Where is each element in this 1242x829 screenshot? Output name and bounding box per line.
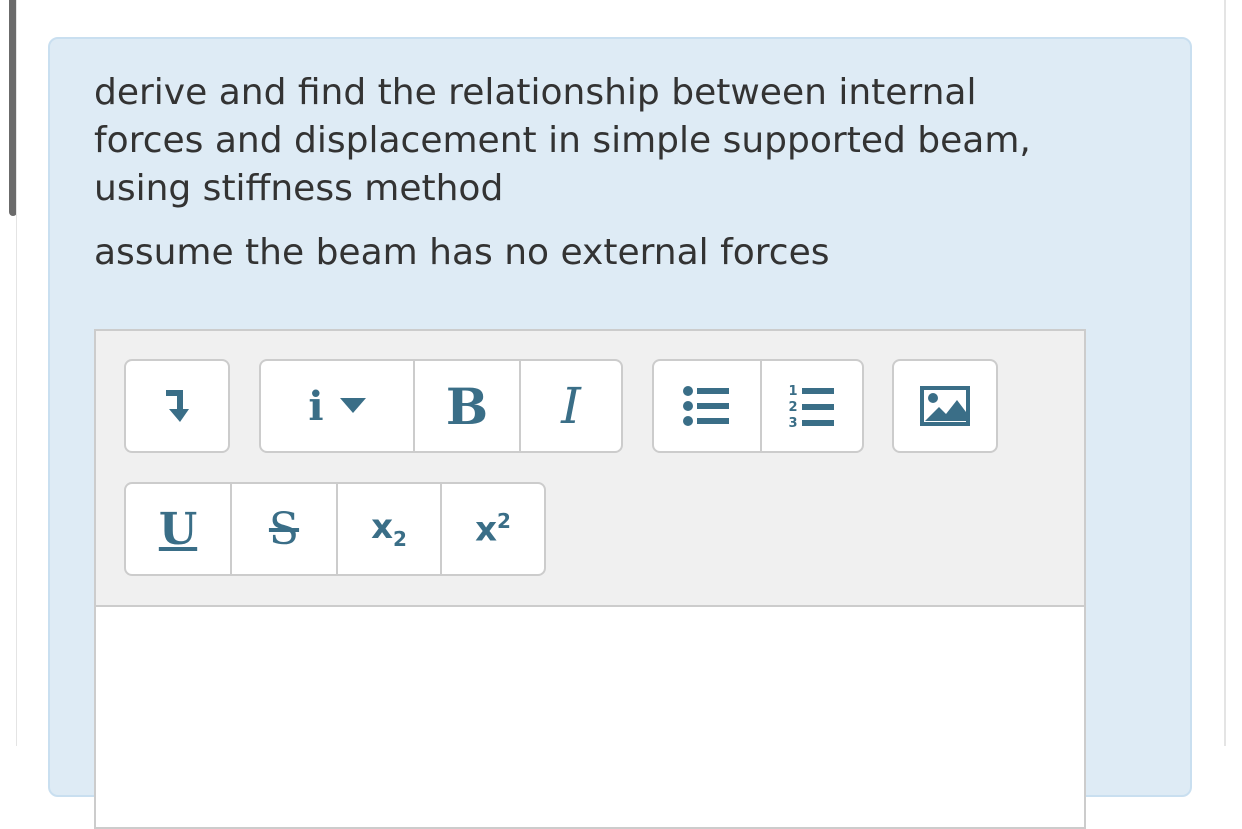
subscript-label: x2 <box>371 507 407 551</box>
bold-label: B <box>445 376 489 436</box>
underline-button[interactable]: U <box>126 484 230 574</box>
list-group: 1 2 3 <box>652 359 864 453</box>
italic-label: I <box>561 377 581 435</box>
paragraph-format-dropdown[interactable]: i <box>261 361 413 451</box>
indent-arrow-icon <box>166 390 189 422</box>
indent-group <box>124 359 230 453</box>
page-edge-left <box>16 0 17 746</box>
editor-content-area[interactable] <box>96 607 1084 827</box>
svg-text:2: 2 <box>788 400 797 415</box>
image-icon <box>920 386 970 426</box>
question-panel: derive and find the relationship between… <box>48 37 1192 829</box>
strikethrough-label: S <box>268 503 300 555</box>
question-note: assume the beam has no external forces <box>94 232 830 273</box>
superscript-label: x2 <box>475 509 511 549</box>
info-dropdown-icon: i <box>308 382 324 430</box>
rich-text-editor: i B I 1 2 3 U S x2 x2 <box>94 329 1086 829</box>
subscript-mark: 2 <box>393 526 407 551</box>
superscript-base: x <box>475 509 497 550</box>
question-prompt: derive and find the relationship between… <box>94 72 1031 209</box>
text-style-group: U S x2 x2 <box>124 482 546 576</box>
underline-label: U <box>158 503 198 555</box>
strikethrough-button[interactable]: S <box>230 484 336 574</box>
italic-button[interactable]: I <box>519 361 621 451</box>
svg-text:1: 1 <box>788 384 797 399</box>
chevron-down-icon <box>339 398 366 413</box>
format-group: i B I <box>259 359 623 453</box>
bold-button[interactable]: B <box>413 361 519 451</box>
superscript-mark: 2 <box>497 508 511 533</box>
bullet-list-button[interactable] <box>654 361 760 451</box>
insert-image-button[interactable] <box>894 361 996 451</box>
indent-button[interactable] <box>126 361 228 451</box>
image-group <box>892 359 998 453</box>
subscript-base: x <box>371 507 393 548</box>
editor-toolbar: i B I 1 2 3 U S x2 x2 <box>96 331 1084 607</box>
superscript-button[interactable]: x2 <box>440 484 544 574</box>
numbered-list-icon: 1 2 3 <box>788 384 834 429</box>
svg-text:3: 3 <box>788 416 797 429</box>
page-edge-right <box>1224 0 1226 746</box>
bullet-list-icon <box>683 386 729 426</box>
subscript-button[interactable]: x2 <box>336 484 440 574</box>
numbered-list-button[interactable]: 1 2 3 <box>760 361 862 451</box>
